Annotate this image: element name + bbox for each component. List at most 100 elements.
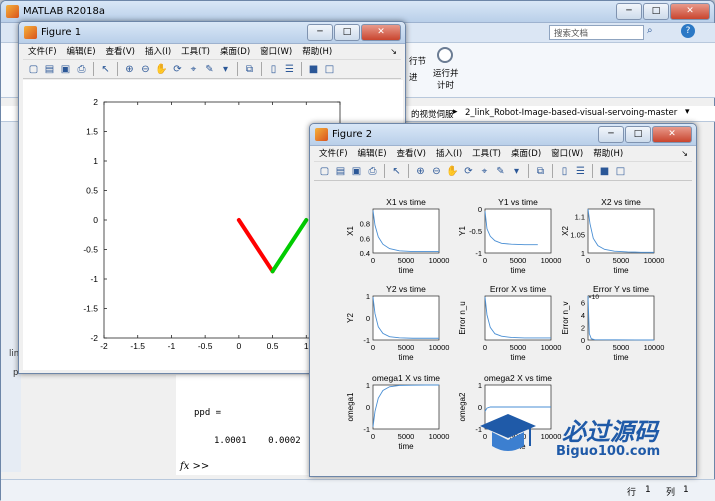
search-input[interactable]: 搜索文档 (554, 27, 588, 39)
brush-icon[interactable]: ✎ (202, 62, 217, 77)
menu-item[interactable]: 查看(V) (101, 45, 140, 57)
menu-item[interactable]: 编辑(E) (62, 45, 101, 57)
run-and-time-icon[interactable] (437, 47, 453, 63)
command-window[interactable]: ppd = 1.0001 0.0002 fx >> (176, 375, 316, 475)
search-icon[interactable]: ⌕ (647, 25, 653, 36)
new-figure-icon[interactable]: ▢ (26, 62, 41, 77)
watermark: 必过源码 Biguo100.com (478, 408, 688, 466)
toolbar-separator (93, 62, 94, 76)
menu-item[interactable]: 帮助(H) (588, 147, 628, 159)
maximize-button[interactable]: □ (625, 126, 651, 143)
save-icon[interactable]: ▣ (349, 164, 364, 179)
menu-item[interactable]: 工具(T) (467, 147, 506, 159)
pan-icon[interactable]: ✋ (154, 62, 169, 77)
menu-item[interactable]: 文件(F) (23, 45, 62, 57)
status-row-value: 1 (645, 485, 651, 495)
help-icon[interactable]: ? (681, 24, 695, 38)
ribbon-node-label[interactable]: 行节 (409, 55, 426, 67)
show-plot-tools-icon[interactable]: □ (613, 164, 628, 179)
menu-item[interactable]: 桌面(D) (215, 45, 255, 57)
colorbar-icon[interactable]: ▯ (557, 164, 572, 179)
select-arrow-icon[interactable]: ↖ (98, 62, 113, 77)
zoom-in-icon[interactable]: ⊕ (122, 62, 137, 77)
print-icon[interactable]: ⎙ (365, 164, 380, 179)
watermark-brand: 必过源码 (562, 418, 658, 446)
data-cursor-icon[interactable]: ⌖ (186, 62, 201, 77)
subplot-x-tick-label: 0 (483, 343, 487, 352)
subplot-x-tick-label: 10000 (429, 432, 450, 441)
search-box[interactable]: 搜索文档 (549, 25, 644, 40)
y-tick-label: 2 (93, 97, 98, 107)
menu-item[interactable]: 插入(I) (140, 45, 176, 57)
subplot-title: omega2 X vs time (484, 373, 552, 383)
dock-pin-icon[interactable]: ↘ (681, 149, 688, 158)
hide-plot-tools-icon[interactable]: ■ (306, 62, 321, 77)
menu-item[interactable]: 查看(V) (392, 147, 431, 159)
rotate-icon[interactable]: ⟳ (170, 62, 185, 77)
close-button[interactable]: ✕ (652, 126, 692, 143)
minimize-button[interactable]: ─ (598, 126, 624, 143)
menu-item[interactable]: 文件(F) (314, 147, 353, 159)
zoom-out-icon[interactable]: ⊖ (429, 164, 444, 179)
y-tick-label: -1 (90, 274, 98, 284)
menu-item[interactable]: 窗口(W) (255, 45, 297, 57)
brush-icon[interactable]: ✎ (493, 164, 508, 179)
rotate-icon[interactable]: ⟳ (461, 164, 476, 179)
minimize-button[interactable]: ─ (616, 3, 642, 20)
matlab-title-bar[interactable]: MATLAB R2018a ─ □ ✕ (1, 1, 714, 23)
menu-item[interactable]: 桌面(D) (506, 147, 546, 159)
link-plot-icon[interactable]: ⧉ (533, 164, 548, 179)
figure2-window-buttons: ─ □ ✕ (598, 126, 692, 143)
legend-icon[interactable]: ☰ (573, 164, 588, 179)
dropdown-icon[interactable]: ▾ (509, 164, 524, 179)
figure1-title-bar[interactable]: Figure 1 ─ □ ✕ (19, 22, 405, 44)
status-col-label: 列 (666, 488, 676, 498)
menu-item[interactable]: 工具(T) (176, 45, 215, 57)
zoom-out-icon[interactable]: ⊖ (138, 62, 153, 77)
save-icon[interactable]: ▣ (58, 62, 73, 77)
close-button[interactable]: ✕ (361, 24, 401, 41)
new-figure-icon[interactable]: ▢ (317, 164, 332, 179)
run-and-time-label-1[interactable]: 运行并 (433, 67, 459, 79)
minimize-button[interactable]: ─ (307, 24, 333, 41)
subplot-y-tick-label: 1 (366, 292, 370, 301)
data-cursor-icon[interactable]: ⌖ (477, 164, 492, 179)
subplot-x-tick-label: 5000 (398, 256, 415, 265)
path-segment[interactable]: 2_link_Robot-Image-based-visual-servoing… (465, 108, 677, 118)
subplot-ylabel: Y2 (346, 313, 355, 323)
menu-item[interactable]: 帮助(H) (297, 45, 337, 57)
maximize-button[interactable]: □ (643, 3, 669, 20)
dropdown-icon[interactable]: ▾ (218, 62, 233, 77)
open-file-icon[interactable]: ▤ (42, 62, 57, 77)
command-prompt[interactable]: fx >> (180, 461, 209, 472)
path-segment[interactable]: 的视觉伺服 (411, 108, 454, 120)
subplot-y-tick-label: -0.5 (469, 227, 482, 236)
subplot-ylabel: Error n_v (561, 302, 570, 335)
menu-item[interactable]: 窗口(W) (546, 147, 588, 159)
open-file-icon[interactable]: ▤ (333, 164, 348, 179)
path-dropdown-icon[interactable]: ▾ (685, 107, 690, 117)
figure1-toolbar: ▢ ▤ ▣ ⎙ ↖ ⊕ ⊖ ✋ ⟳ ⌖ ✎ ▾ ⧉ ▯ ☰ ■ □ (23, 59, 401, 79)
x-tick-label: -2 (100, 341, 108, 351)
legend-icon[interactable]: ☰ (282, 62, 297, 77)
subplot-xlabel: time (510, 266, 526, 275)
x-tick-label: -1.5 (130, 341, 145, 351)
subplot-y-tick-label: 0.8 (360, 220, 370, 229)
figure2-title-bar[interactable]: Figure 2 ─ □ ✕ (310, 124, 696, 146)
colorbar-icon[interactable]: ▯ (266, 62, 281, 77)
hide-plot-tools-icon[interactable]: ■ (597, 164, 612, 179)
print-icon[interactable]: ⎙ (74, 62, 89, 77)
link-plot-icon[interactable]: ⧉ (242, 62, 257, 77)
ribbon-advance-label[interactable]: 进 (409, 71, 418, 83)
menu-item[interactable]: 编辑(E) (353, 147, 392, 159)
pan-icon[interactable]: ✋ (445, 164, 460, 179)
zoom-in-icon[interactable]: ⊕ (413, 164, 428, 179)
select-arrow-icon[interactable]: ↖ (389, 164, 404, 179)
close-button[interactable]: ✕ (670, 3, 710, 20)
show-plot-tools-icon[interactable]: □ (322, 62, 337, 77)
dock-pin-icon[interactable]: ↘ (390, 47, 397, 56)
run-and-time-label-2[interactable]: 计时 (437, 79, 454, 91)
subplot-y-tick-label: -1 (363, 425, 370, 434)
menu-item[interactable]: 插入(I) (431, 147, 467, 159)
maximize-button[interactable]: □ (334, 24, 360, 41)
